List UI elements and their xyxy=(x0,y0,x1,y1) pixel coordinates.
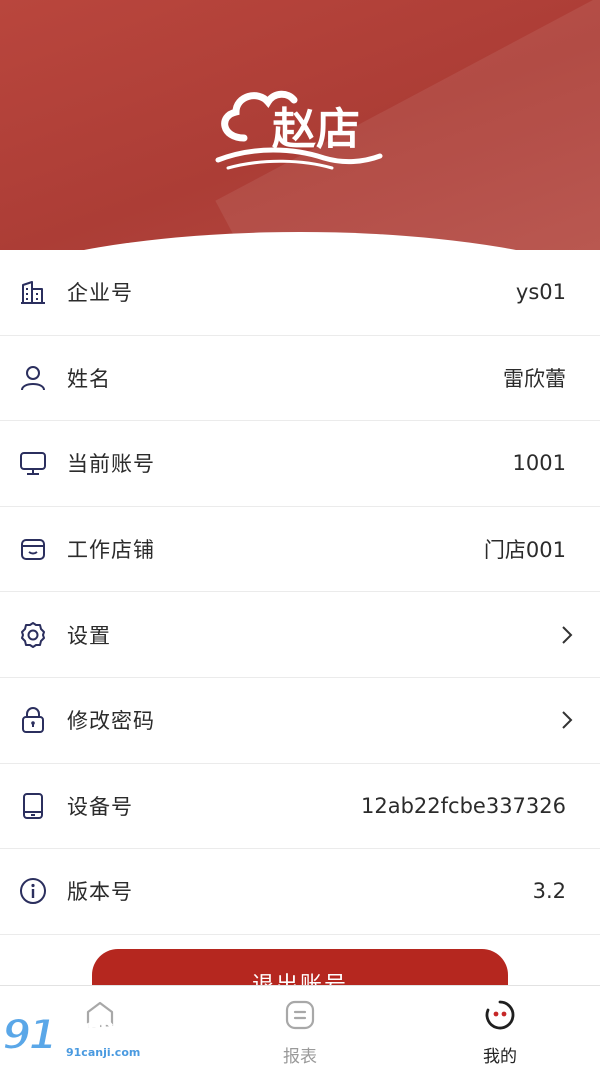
building-icon xyxy=(18,277,48,307)
tab-label: 我的 xyxy=(483,1047,517,1067)
tab-mine[interactable]: 我的 xyxy=(400,986,600,1067)
tab-report[interactable]: 报表 xyxy=(200,986,400,1067)
row-label: 当前账号 xyxy=(67,452,155,477)
tab-label: 报表 xyxy=(283,1047,317,1067)
chevron-right-icon xyxy=(562,625,573,644)
name-value: 雷欣蕾 xyxy=(503,366,566,391)
enterprise-id-value: ys01 xyxy=(515,280,566,305)
row-device-id: 设备号 12ab22fcbe337326 xyxy=(0,763,600,850)
row-label: 工作店铺 xyxy=(67,538,155,563)
row-name: 姓名 雷欣蕾 xyxy=(0,335,600,422)
profile-list: 企业号 ys01 姓名 雷欣蕾 当前账号 1001 工作店铺 门店001 设置 … xyxy=(0,250,600,935)
current-account-value: 1001 xyxy=(512,451,566,476)
mine-icon xyxy=(485,1000,515,1030)
row-label: 企业号 xyxy=(67,281,133,306)
monitor-icon xyxy=(18,448,48,478)
row-version: 版本号 3.2 xyxy=(0,849,600,935)
row-label: 姓名 xyxy=(67,366,111,391)
row-current-account: 当前账号 1001 xyxy=(0,421,600,507)
info-icon xyxy=(18,876,48,906)
profile-page: 赵店 企业号 ys01 姓名 雷欣蕾 当前账号 1001 工作店铺 门店001 … xyxy=(0,0,600,1067)
row-label: 设备号 xyxy=(67,794,133,819)
app-logo: 赵店 xyxy=(215,90,383,170)
work-store-value: 门店001 xyxy=(483,538,566,563)
gear-icon xyxy=(18,620,48,650)
store-icon xyxy=(18,534,48,564)
row-label: 版本号 xyxy=(67,880,133,905)
version-value: 3.2 xyxy=(532,879,566,904)
chevron-right-icon xyxy=(562,711,573,729)
row-work-store: 工作店铺 门店001 xyxy=(0,506,600,593)
row-enterprise-id: 企业号 ys01 xyxy=(0,250,600,336)
header-banner: 赵店 xyxy=(0,0,600,250)
row-settings[interactable]: 设置 xyxy=(0,592,600,678)
row-change-password[interactable]: 修改密码 xyxy=(0,677,600,764)
watermark-url: 91canji.com xyxy=(66,1046,141,1059)
watermark: 91 游戏 91canji.com xyxy=(0,1008,140,1064)
report-icon xyxy=(285,1000,315,1030)
watermark-number: 91 xyxy=(1,1009,58,1060)
tablet-icon xyxy=(18,791,48,821)
row-label: 修改密码 xyxy=(67,709,155,734)
row-label: 设置 xyxy=(67,623,111,648)
lock-icon xyxy=(18,705,48,735)
user-icon xyxy=(18,363,48,393)
svg-text:赵店: 赵店 xyxy=(272,104,360,155)
device-id-value: 12ab22fcbe337326 xyxy=(361,793,566,818)
